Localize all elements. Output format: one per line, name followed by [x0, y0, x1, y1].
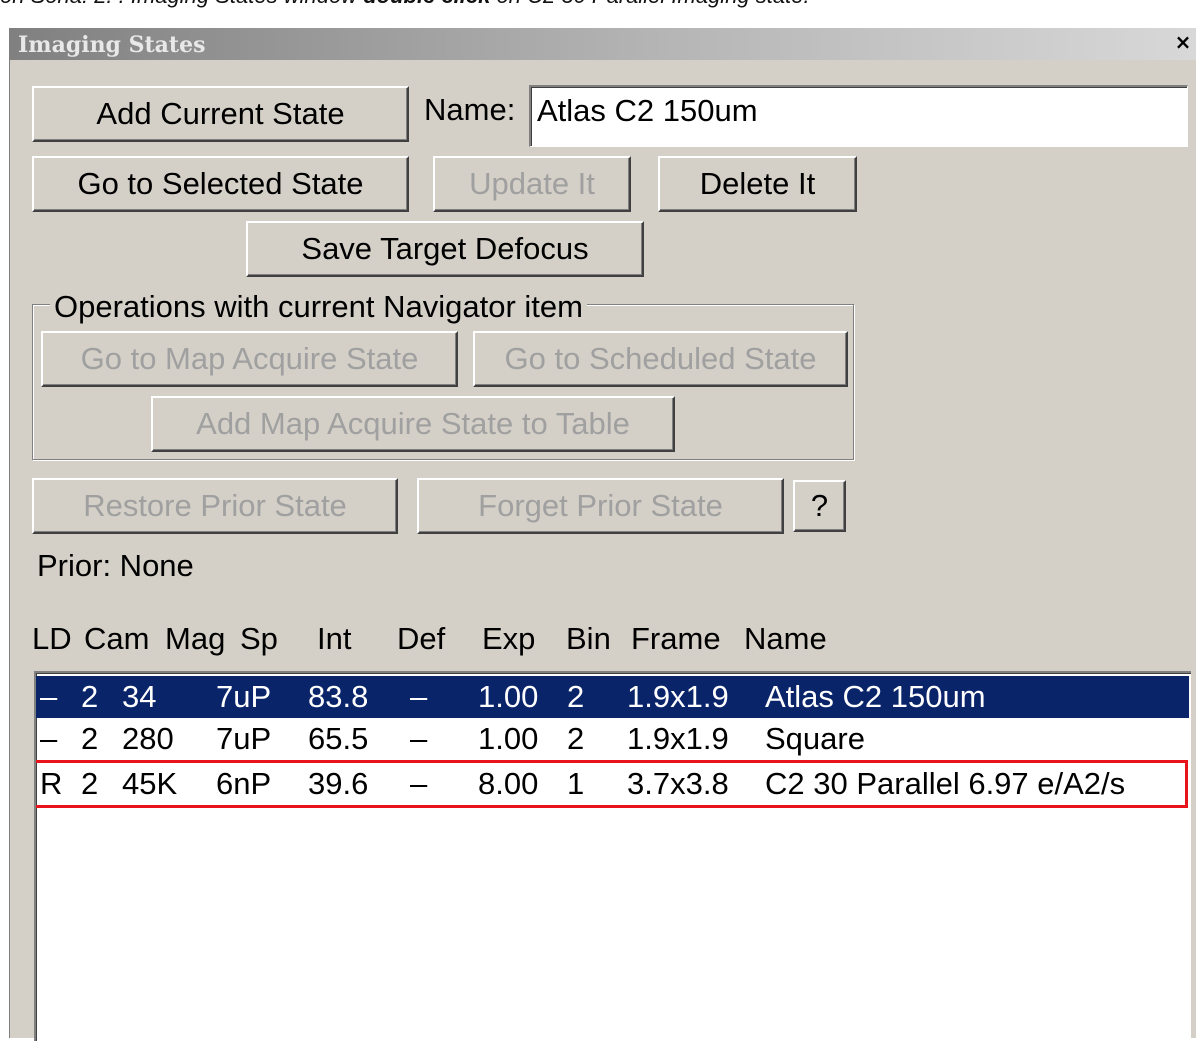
cell-int: 83.8 — [308, 679, 369, 714]
cell-def: – — [410, 721, 428, 756]
name-label: Name: — [424, 92, 516, 127]
cell-frame: 1.9x1.9 — [627, 679, 729, 714]
go-to-map-acquire-state-button[interactable]: Go to Map Acquire State — [41, 331, 458, 387]
cell-mag: 34 — [122, 679, 157, 714]
cell-mag: 45K — [122, 766, 178, 801]
cell-cam: 2 — [81, 679, 99, 714]
cell-name: Atlas C2 150um — [765, 679, 986, 714]
cell-name: Square — [765, 721, 865, 756]
column-header-exp: Exp — [482, 621, 536, 656]
column-header-sp: Sp — [240, 621, 278, 656]
add-map-acquire-state-to-table-button[interactable]: Add Map Acquire State to Table — [151, 396, 675, 452]
column-header-def: Def — [397, 621, 446, 656]
cell-int: 39.6 — [308, 766, 369, 801]
navigator-group-legend: Operations with current Navigator item — [50, 287, 587, 327]
cell-name: C2 30 Parallel 6.97 e/A2/s — [765, 766, 1126, 801]
imaging-states-window: Imaging States × Add Current State Name:… — [9, 28, 1196, 1041]
cell-ld: – — [40, 679, 58, 714]
caption-suffix: on C2 30 Parallel Imaging state. — [497, 0, 810, 8]
close-icon[interactable]: × — [1172, 31, 1194, 55]
column-header-cam: Cam — [84, 621, 150, 656]
column-header-name: Name — [744, 621, 827, 656]
imaging-states-list[interactable]: – 2 34 7uP 83.8 – 1.00 2 1.9x1.9 Atlas C… — [34, 671, 1191, 1041]
help-button[interactable]: ? — [793, 480, 846, 532]
table-row[interactable]: – 2 280 7uP 65.5 – 1.00 2 1.9x1.9 Square — [36, 718, 1189, 760]
cell-frame: 3.7x3.8 — [627, 766, 729, 801]
caption-prefix: on Sona: 2. . Imaging States window — [0, 0, 357, 8]
add-current-state-button[interactable]: Add Current State — [32, 86, 409, 142]
update-it-button[interactable]: Update It — [433, 156, 631, 212]
title-bar[interactable]: Imaging States × — [10, 28, 1196, 60]
cell-bin: 1 — [567, 766, 585, 801]
cell-frame: 1.9x1.9 — [627, 721, 729, 756]
window-title: Imaging States — [18, 32, 206, 58]
cell-exp: 1.00 — [478, 679, 539, 714]
table-row-highlighted[interactable]: R 2 45K 6nP 39.6 – 8.00 1 3.7x3.8 C2 30 … — [36, 760, 1188, 808]
cell-exp: 1.00 — [478, 721, 539, 756]
cell-cam: 2 — [81, 721, 99, 756]
prior-state-label: Prior: None — [37, 548, 194, 583]
cell-ld: R — [40, 766, 63, 801]
restore-prior-state-button[interactable]: Restore Prior State — [32, 478, 398, 534]
instruction-caption: on Sona: 2. . Imaging States window doub… — [0, 0, 1196, 9]
delete-it-button[interactable]: Delete It — [658, 156, 857, 212]
cell-bin: 2 — [567, 721, 585, 756]
table-row[interactable]: – 2 34 7uP 83.8 – 1.00 2 1.9x1.9 Atlas C… — [36, 676, 1189, 718]
column-header-frame: Frame — [631, 621, 721, 656]
cell-cam: 2 — [81, 766, 99, 801]
column-header-ld: LD — [32, 621, 72, 656]
save-target-defocus-button[interactable]: Save Target Defocus — [246, 221, 644, 277]
cell-def: – — [410, 766, 428, 801]
column-header-int: Int — [317, 621, 352, 656]
cell-sp: 7uP — [216, 721, 272, 756]
go-to-scheduled-state-button[interactable]: Go to Scheduled State — [473, 331, 848, 387]
cell-mag: 280 — [122, 721, 174, 756]
forget-prior-state-button[interactable]: Forget Prior State — [417, 478, 784, 534]
cell-sp: 7uP — [216, 679, 272, 714]
cell-bin: 2 — [567, 679, 585, 714]
name-input[interactable]: Atlas C2 150um — [529, 85, 1188, 147]
go-to-selected-state-button[interactable]: Go to Selected State — [32, 156, 409, 212]
cell-sp: 6nP — [216, 766, 272, 801]
column-header-bin: Bin — [566, 621, 611, 656]
cell-ld: – — [40, 721, 58, 756]
cell-def: – — [410, 679, 428, 714]
column-header-mag: Mag — [165, 621, 226, 656]
cell-int: 65.5 — [308, 721, 369, 756]
caption-emphasis: double click — [363, 0, 490, 8]
cell-exp: 8.00 — [478, 766, 539, 801]
